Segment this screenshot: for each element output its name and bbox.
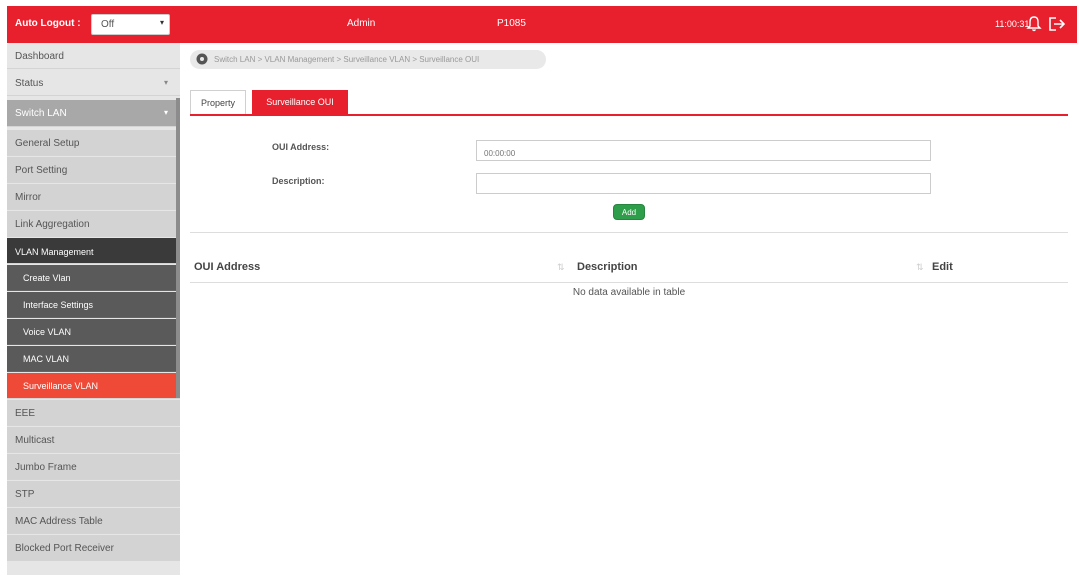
- sidebar-item-create-vlan[interactable]: Create Vlan: [7, 265, 180, 291]
- sidebar-item-label: Interface Settings: [23, 300, 94, 310]
- oui-address-label: OUI Address:: [272, 142, 330, 152]
- sidebar-item-label: STP: [15, 489, 35, 500]
- column-header-description[interactable]: Description: [577, 261, 638, 273]
- sidebar-item-multicast[interactable]: Multicast: [7, 427, 180, 453]
- sidebar-item-vlan-management[interactable]: VLAN Management: [7, 238, 180, 264]
- chevron-down-icon: ▾: [163, 78, 168, 87]
- tab-bar: Property Surveillance OUI: [190, 90, 1068, 116]
- sidebar-item-label: MAC Address Table: [15, 516, 103, 527]
- sidebar-item-surveillance-vlan[interactable]: Surveillance VLAN: [7, 373, 180, 399]
- tab-label: Surveillance OUI: [266, 97, 334, 107]
- description-input[interactable]: [476, 173, 931, 194]
- sort-icon[interactable]: ⇅: [557, 262, 565, 273]
- sidebar-item-label: Blocked Port Receiver: [15, 543, 114, 554]
- sidebar-item-port-setting[interactable]: Port Setting: [7, 157, 180, 183]
- sidebar-item-label: Multicast: [15, 435, 55, 446]
- sidebar-item-mirror[interactable]: Mirror: [7, 184, 180, 210]
- tab-label: Property: [200, 98, 235, 108]
- sidebar-item-interface-settings[interactable]: Interface Settings: [7, 292, 180, 318]
- user-name: Admin: [347, 18, 376, 29]
- auto-logout-label: Auto Logout :: [15, 18, 81, 29]
- auto-logout-select[interactable]: Off ▾: [91, 14, 170, 35]
- tab-property[interactable]: Property: [190, 90, 246, 114]
- sidebar-item-label: Jumbo Frame: [15, 462, 77, 473]
- sidebar-item-stp[interactable]: STP: [7, 481, 180, 507]
- sidebar-item-switch-lan[interactable]: Switch LAN ▾: [7, 100, 180, 127]
- sidebar-item-eee[interactable]: EEE: [7, 400, 180, 426]
- sidebar-item-label: Voice VLAN: [23, 327, 72, 337]
- column-header-oui-address[interactable]: OUI Address: [194, 261, 260, 273]
- auto-logout-value: Off: [101, 19, 115, 30]
- sidebar-item-general-setup[interactable]: General Setup: [7, 130, 180, 156]
- sidebar-item-blocked-port-receiver[interactable]: Blocked Port Receiver: [7, 535, 180, 561]
- sidebar-item-label: Dashboard: [15, 51, 64, 62]
- column-header-edit[interactable]: Edit: [932, 261, 953, 273]
- add-button[interactable]: Add: [613, 204, 645, 220]
- sidebar-item-mac-address-table[interactable]: MAC Address Table: [7, 508, 180, 534]
- description-label: Description:: [272, 176, 325, 186]
- sidebar-item-voice-vlan[interactable]: Voice VLAN: [7, 319, 180, 345]
- divider: [190, 232, 1068, 233]
- sidebar-item-label: Port Setting: [15, 165, 68, 176]
- breadcrumb-text[interactable]: Switch LAN > VLAN Management > Surveilla…: [214, 55, 479, 64]
- location-pin-icon: [196, 53, 208, 65]
- sidebar-item-jumbo-frame[interactable]: Jumbo Frame: [7, 454, 180, 480]
- tab-surveillance-oui[interactable]: Surveillance OUI: [252, 90, 348, 114]
- sidebar-item-label: Surveillance VLAN: [23, 381, 99, 391]
- sidebar-item-status[interactable]: Status ▾: [7, 70, 180, 96]
- chevron-down-icon: ▾: [159, 18, 164, 27]
- empty-table-message: No data available in table: [572, 287, 686, 298]
- sidebar-item-label: VLAN Management: [15, 247, 94, 257]
- breadcrumb: Switch LAN > VLAN Management > Surveilla…: [190, 50, 546, 69]
- logout-icon[interactable]: [1047, 15, 1067, 33]
- sidebar-item-label: Status: [15, 78, 44, 89]
- chevron-down-icon: ▾: [163, 108, 168, 117]
- sidebar-scrollbar[interactable]: [176, 98, 180, 398]
- bell-icon[interactable]: [1026, 15, 1042, 33]
- sidebar-item-label: Link Aggregation: [15, 219, 90, 230]
- sidebar-item-dashboard[interactable]: Dashboard: [7, 43, 180, 69]
- sidebar-item-label: Switch LAN: [15, 108, 67, 119]
- oui-address-input[interactable]: [476, 140, 931, 161]
- sort-icon[interactable]: ⇅: [916, 262, 924, 273]
- sidebar-item-mac-vlan[interactable]: MAC VLAN: [7, 346, 180, 372]
- top-bar: Auto Logout : Off ▾ Admin P1085 11:00:31: [7, 6, 1077, 43]
- table-header-divider: [190, 282, 1068, 283]
- sidebar-item-label: General Setup: [15, 138, 80, 149]
- device-model: P1085: [497, 18, 526, 29]
- sidebar-item-link-aggregation[interactable]: Link Aggregation: [7, 211, 180, 237]
- sidebar-item-label: Create Vlan: [23, 273, 71, 283]
- system-clock: 11:00:31: [995, 19, 1030, 29]
- sidebar: Dashboard Status ▾ Switch LAN ▾ General Se…: [7, 43, 180, 575]
- sidebar-item-label: EEE: [15, 408, 36, 419]
- sidebar-item-label: Mirror: [15, 192, 42, 203]
- sidebar-item-label: MAC VLAN: [23, 354, 70, 364]
